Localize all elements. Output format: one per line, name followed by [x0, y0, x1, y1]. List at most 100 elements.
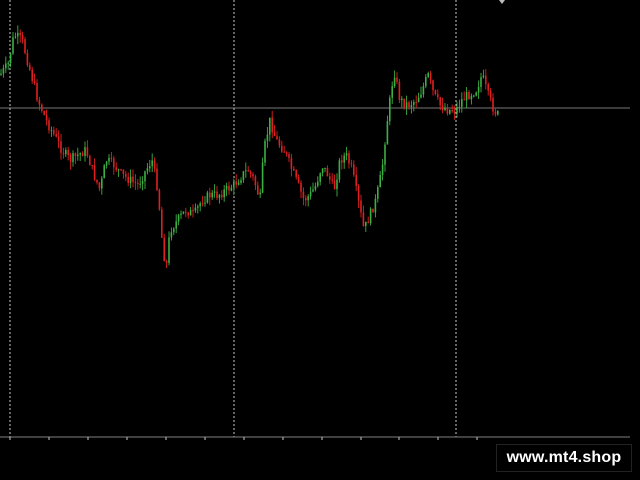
bull-candle-body [444, 108, 446, 111]
bear-candle-body [276, 136, 278, 140]
bull-candle-body [345, 153, 348, 156]
bull-candle-body [314, 185, 317, 190]
bear-candle-body [396, 77, 398, 82]
bull-candle-body [12, 37, 14, 54]
bear-candle-body [163, 237, 165, 262]
bull-candle-body [266, 134, 269, 141]
bear-candle-body [350, 163, 353, 165]
bear-candle-body [153, 160, 156, 169]
bull-candle-body [427, 73, 429, 77]
bear-candle-body [331, 179, 333, 181]
bear-candle-body [271, 117, 273, 133]
bear-candle-body [353, 164, 355, 175]
bear-candle-body [437, 94, 439, 98]
bull-candle-body [17, 32, 19, 37]
bull-candle-body [5, 63, 7, 69]
bear-candle-body [134, 181, 137, 183]
bear-candle-body [89, 155, 91, 166]
bear-candle-body [372, 208, 374, 213]
bull-candle-body [175, 221, 177, 229]
bear-candle-body [29, 65, 31, 70]
bear-candle-body [408, 102, 410, 107]
bull-candle-body [456, 106, 458, 113]
bear-candle-body [235, 181, 237, 185]
bull-candle-body [422, 86, 425, 95]
bear-candle-body [249, 171, 252, 174]
bull-candle-body [369, 208, 372, 224]
bear-candle-body [24, 39, 26, 53]
chart-shift-marker[interactable] [499, 0, 505, 4]
bear-candle-body [69, 154, 72, 162]
bear-candle-body [446, 108, 449, 114]
bear-candle-body [415, 101, 417, 103]
bull-candle-body [233, 181, 235, 188]
bull-candle-body [144, 171, 146, 182]
bear-candle-body [67, 149, 69, 155]
bear-candle-body [357, 186, 360, 201]
bear-candle-body [125, 173, 127, 177]
bear-candle-body [360, 200, 362, 213]
bear-candle-body [487, 84, 489, 91]
bull-candle-body [237, 182, 240, 185]
bear-candle-body [355, 174, 357, 187]
bull-candle-body [206, 192, 209, 203]
bear-candle-body [463, 99, 465, 101]
bear-candle-body [57, 136, 60, 142]
bear-candle-body [127, 176, 129, 183]
bear-candle-body [19, 32, 21, 36]
bull-candle-body [84, 147, 86, 157]
bear-candle-body [278, 139, 281, 146]
bull-candle-body [338, 160, 341, 180]
bear-candle-body [297, 176, 300, 183]
bear-candle-body [221, 194, 223, 198]
bull-candle-body [269, 117, 271, 135]
bull-candle-body [307, 196, 309, 201]
bear-candle-body [36, 83, 38, 101]
bull-candle-body [129, 176, 132, 183]
bull-candle-body [317, 181, 319, 186]
bull-candle-body [242, 171, 245, 181]
bear-candle-body [403, 98, 405, 108]
bull-candle-body [168, 237, 170, 263]
bull-candle-body [194, 207, 197, 211]
bear-candle-body [453, 111, 456, 113]
bull-candle-body [312, 189, 314, 192]
bull-candle-body [177, 215, 180, 222]
bull-candle-body [139, 183, 141, 185]
bull-candle-body [461, 99, 463, 107]
bull-candle-body [189, 210, 192, 216]
bull-candle-body [180, 213, 182, 216]
bear-candle-body [254, 176, 257, 186]
bear-candle-body [132, 176, 134, 182]
bull-candle-body [381, 164, 384, 175]
bear-candle-body [21, 35, 24, 40]
price-chart[interactable]: 3 Jun 01:003 Jun 05:003 Jun 09:003 Jun 1… [0, 0, 640, 440]
bull-candle-body [211, 192, 213, 198]
bear-candle-body [110, 157, 113, 159]
bull-candle-body [401, 98, 403, 100]
bear-candle-body [86, 147, 89, 156]
chart-canvas[interactable]: 3 Jun 01:003 Jun 05:003 Jun 09:003 Jun 1… [0, 0, 640, 440]
bull-candle-body [384, 144, 386, 165]
bull-candle-body [105, 161, 108, 166]
bear-candle-body [489, 90, 492, 98]
bear-candle-body [38, 100, 41, 105]
bull-candle-body [117, 169, 120, 171]
bull-candle-body [473, 95, 475, 97]
bull-candle-body [77, 154, 79, 157]
bear-candle-body [302, 191, 305, 199]
bear-candle-body [273, 132, 276, 137]
bull-candle-body [204, 202, 206, 204]
bull-candle-body [309, 191, 312, 197]
bull-candle-body [197, 206, 199, 208]
bull-candle-body [101, 178, 103, 189]
bull-candle-body [374, 198, 377, 213]
bull-candle-body [377, 187, 379, 199]
bear-candle-body [33, 80, 36, 84]
bear-candle-body [53, 130, 55, 135]
bull-candle-body [343, 155, 345, 163]
bull-candle-body [14, 36, 17, 38]
bull-candle-body [410, 104, 413, 107]
watermark-banner: www.mt4.shop [496, 444, 632, 472]
bear-candle-body [120, 169, 122, 171]
